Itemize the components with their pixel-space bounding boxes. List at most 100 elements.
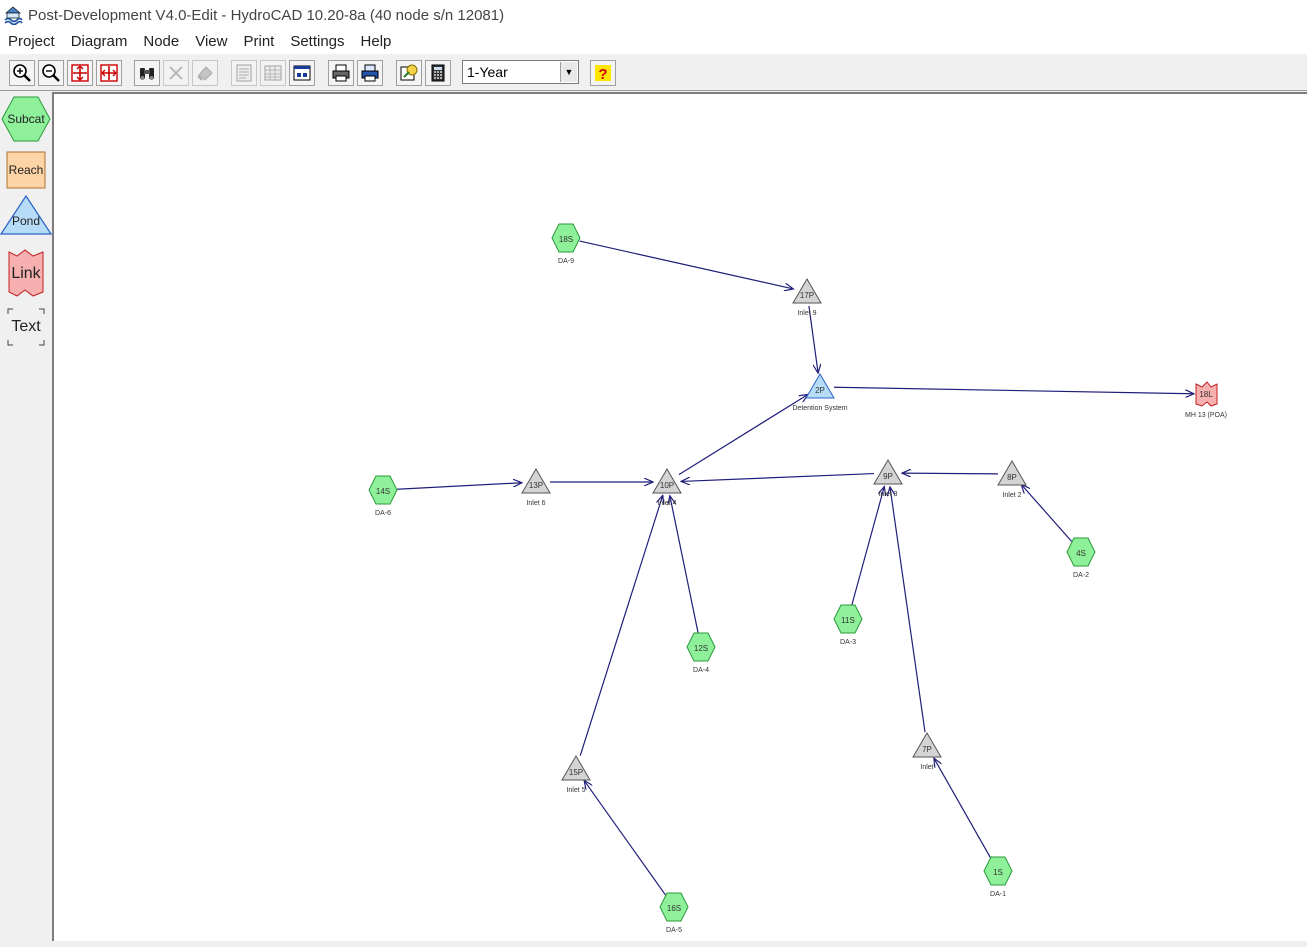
title-bar: Post-Development V4.0-Edit - HydroCAD 10…	[0, 0, 1307, 30]
toolbar: ?	[0, 56, 1307, 91]
node-id: 17P	[800, 291, 814, 300]
delete-icon	[169, 66, 183, 80]
menu-project[interactable]: Project	[0, 30, 63, 54]
help-button[interactable]: ?	[590, 60, 616, 86]
window-button[interactable]	[289, 60, 315, 86]
node-id: 10P	[660, 481, 674, 490]
node-id: 18S	[559, 235, 573, 244]
palette-reach-label: Reach	[8, 163, 44, 177]
palette-link-label: Link	[11, 265, 41, 282]
hydrocad-app-icon[interactable]	[3, 5, 23, 25]
print-setup-button[interactable]	[357, 60, 383, 86]
find-button[interactable]	[134, 60, 160, 86]
node-12S[interactable]: 12S DA-4	[686, 632, 716, 674]
flow-link-2P-to-18L[interactable]	[833, 386, 1194, 394]
node-label: DA-1	[990, 891, 1006, 898]
flow-link-12S-to-10P[interactable]	[670, 496, 699, 634]
palette-pond[interactable]: Pond	[0, 194, 52, 236]
settings-button[interactable]	[396, 60, 422, 86]
node-14S[interactable]: 14S DA-6	[368, 475, 398, 517]
node-7P[interactable]: 7P Inlet	[912, 732, 942, 771]
node-label: Detention System	[792, 405, 847, 412]
node-2P[interactable]: 2P Detention System	[792, 373, 848, 412]
node-13P[interactable]: 13P Inlet 6	[521, 468, 551, 507]
node-id: 16S	[667, 904, 681, 913]
flow-link-7P-to-9P[interactable]	[890, 487, 926, 733]
printer-icon	[332, 64, 350, 82]
palette-link[interactable]: Link	[0, 248, 52, 300]
calculator-button[interactable]	[425, 60, 451, 86]
node-label: Inlet 3	[878, 491, 897, 498]
node-label: DA-5	[666, 927, 682, 934]
node-label: Inlet 6	[526, 500, 545, 507]
node-id: 14S	[376, 487, 390, 496]
zoom-in-icon	[13, 64, 31, 82]
flow-link-14S-to-13P[interactable]	[396, 483, 522, 490]
node-label: DA-2	[1073, 572, 1089, 579]
flow-link-8P-to-9P[interactable]	[902, 473, 999, 474]
node-id: 18L	[1199, 390, 1213, 399]
menu-help[interactable]: Help	[353, 30, 400, 54]
zoom-fit-button[interactable]	[67, 60, 93, 86]
diagram-canvas[interactable]: 18S DA-9 17P Inlet 9 2P Detention System 18L MH…	[52, 92, 1307, 941]
flow-link-18S-to-17P[interactable]	[579, 240, 794, 289]
zoom-out-icon	[42, 64, 60, 82]
node-18L[interactable]: 18L MH 13 (POA)	[1185, 381, 1227, 419]
flow-link-10P-to-2P[interactable]	[678, 394, 808, 476]
table-button[interactable]	[260, 60, 286, 86]
zoom-all-button[interactable]	[96, 60, 122, 86]
menu-view[interactable]: View	[187, 30, 235, 54]
palette-text[interactable]: Text	[0, 306, 52, 348]
report-button[interactable]	[231, 60, 257, 86]
table-icon	[264, 65, 282, 81]
node-18S[interactable]: 18S DA-9	[551, 223, 581, 265]
node-17P[interactable]: 17P Inlet 9	[792, 278, 822, 317]
settings-icon	[400, 64, 418, 81]
zoom-in-button[interactable]	[9, 60, 35, 86]
flow-link-16S-to-15P[interactable]	[584, 780, 667, 896]
print-button[interactable]	[328, 60, 354, 86]
palette-text-label: Text	[11, 318, 41, 335]
flow-link-1S-to-7P[interactable]	[934, 758, 992, 860]
status-bar	[0, 941, 1307, 947]
menu-print[interactable]: Print	[235, 30, 282, 54]
menu-diagram[interactable]: Diagram	[63, 30, 136, 54]
node-id: 9P	[883, 472, 893, 481]
svg-text:?: ?	[598, 66, 607, 83]
flow-link-15P-to-10P[interactable]	[579, 495, 663, 756]
node-label: Inlet 2	[1002, 492, 1021, 499]
flow-link-9P-to-10P[interactable]	[681, 472, 875, 482]
node-label: Inlet	[920, 764, 933, 771]
node-palette: Subcat Reach Pond Link Text	[0, 92, 52, 947]
storm-event-select[interactable]: 1-Year ▼	[462, 60, 579, 84]
delete-button[interactable]	[163, 60, 189, 86]
node-1S[interactable]: 1S DA-1	[983, 856, 1013, 898]
binoculars-icon	[140, 68, 154, 80]
flow-link-11S-to-9P[interactable]	[851, 487, 885, 606]
node-label: Inlet 5	[566, 787, 585, 794]
node-8P[interactable]: 8P Inlet 2	[997, 460, 1027, 499]
node-16S[interactable]: 16S DA-5	[659, 892, 689, 934]
zoom-out-button[interactable]	[38, 60, 64, 86]
node-11S[interactable]: 11S DA-3	[833, 604, 863, 646]
eraser-icon	[197, 66, 213, 81]
chevron-down-icon[interactable]: ▼	[560, 62, 577, 82]
node-label: MH 13 (POA)	[1185, 412, 1227, 419]
node-id: 7P	[922, 745, 932, 754]
menu-node[interactable]: Node	[135, 30, 187, 54]
node-15P[interactable]: 15P Inlet 5	[561, 755, 591, 794]
menu-settings[interactable]: Settings	[282, 30, 352, 54]
palette-pond-label: Pond	[11, 214, 41, 228]
print-setup-icon	[361, 64, 379, 82]
node-4S[interactable]: 4S DA-2	[1066, 537, 1096, 579]
node-label: DA-6	[375, 510, 391, 517]
routing-diagram[interactable]: 18S DA-9 17P Inlet 9 2P Detention System 18L MH…	[54, 94, 1307, 941]
node-9P[interactable]: 9P Inlet 3	[873, 459, 903, 498]
node-10P[interactable]: 10P Inlet 4	[652, 468, 682, 507]
palette-subcat[interactable]: Subcat	[0, 94, 52, 144]
palette-reach[interactable]: Reach	[0, 150, 52, 190]
flow-link-4S-to-8P[interactable]	[1021, 484, 1073, 542]
calculator-icon	[431, 64, 445, 82]
window-icon	[293, 65, 311, 81]
clear-button[interactable]	[192, 60, 218, 86]
